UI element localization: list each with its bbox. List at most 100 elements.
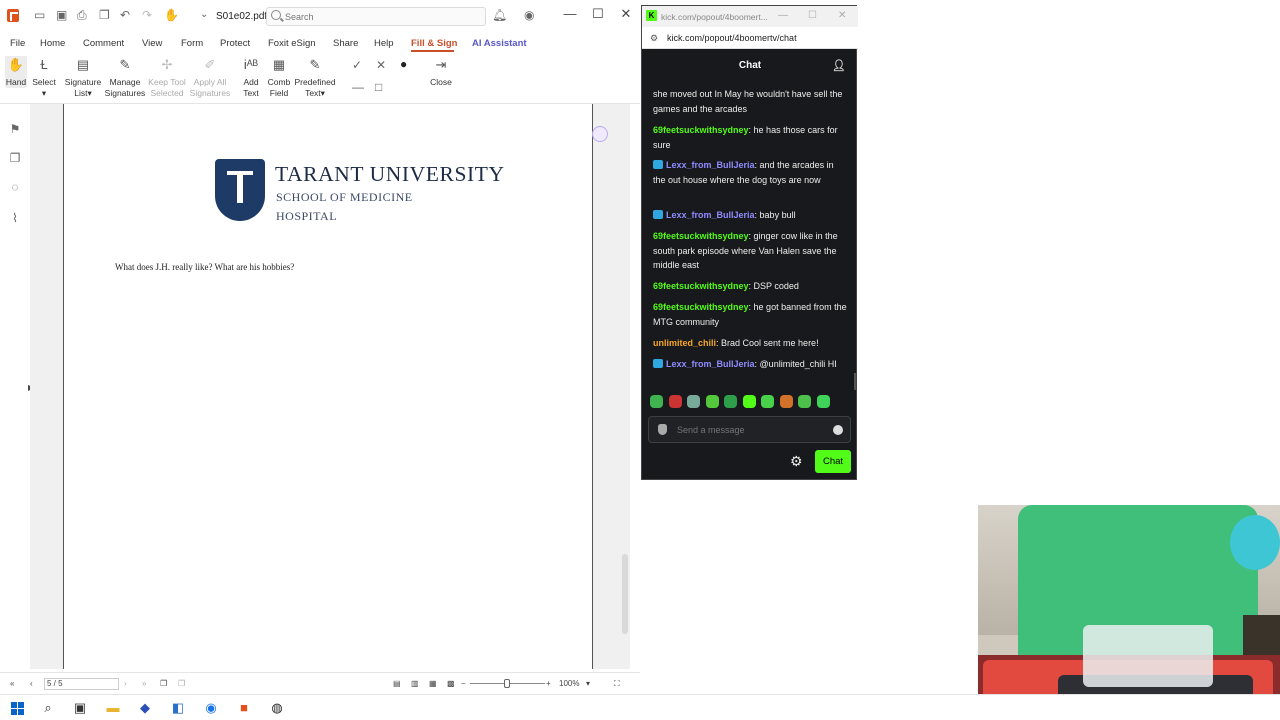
chat-close-button[interactable]: ✕ [838, 10, 846, 21]
manage-signatures-button[interactable]: ✎ Manage Signatures [104, 56, 146, 99]
chevron-down-icon[interactable]: ⌄ [200, 9, 208, 20]
message-username[interactable]: unlimited_chili [653, 338, 716, 348]
chat-scrollbar[interactable] [854, 373, 856, 390]
search-icon[interactable]: ⌕ [40, 700, 56, 716]
keep-tool-selected-button[interactable]: ✢ Keep Tool Selected [147, 56, 187, 99]
message-username[interactable]: Lexx_from_BullJeria [666, 160, 755, 170]
zoom-out-icon[interactable]: − [461, 679, 466, 688]
rectangle-icon[interactable]: □ [375, 80, 382, 94]
predefined-text-button[interactable]: ✎ Predefined Text▾ [294, 56, 336, 99]
menu-protect[interactable]: Protect [220, 38, 250, 49]
signature-list-button[interactable]: ▤ Signature List▾ [64, 56, 102, 99]
emote-icon[interactable] [817, 395, 830, 408]
last-page-icon[interactable]: » [142, 679, 146, 688]
minimize-button[interactable]: — [560, 6, 580, 21]
attachment-icon[interactable]: ⌇ [8, 211, 22, 225]
menu-file[interactable]: File [10, 38, 25, 49]
emote-icon[interactable] [780, 395, 793, 408]
hand-tool-icon[interactable]: ✋ [164, 8, 179, 22]
menu-ai-assistant[interactable]: AI Assistant [472, 38, 527, 49]
emote-icon[interactable] [761, 395, 774, 408]
message-username[interactable]: 69feetsuckwithsydney [653, 302, 749, 312]
fullscreen-icon[interactable]: ⛶ [614, 679, 620, 689]
message-username[interactable]: 69feetsuckwithsydney [653, 231, 749, 241]
add-text-button[interactable]: Ꭵᴬᴮ Add Text [239, 56, 263, 99]
cross-icon[interactable]: ✕ [376, 58, 386, 72]
facing-view-icon[interactable]: ▦ [429, 679, 437, 688]
task-view-icon[interactable]: ▣ [72, 700, 88, 716]
zoom-in-icon[interactable]: + [546, 679, 551, 688]
maximize-button[interactable]: ☐ [588, 6, 608, 22]
chrome-icon[interactable]: ◉ [203, 700, 219, 716]
emote-icon[interactable] [724, 395, 737, 408]
select-tool-button[interactable]: Ɫ Select ▾ [32, 56, 56, 99]
site-settings-icon[interactable]: ⚙ [650, 33, 658, 44]
message-username[interactable]: Lexx_from_BullJeria [666, 359, 755, 369]
menu-share[interactable]: Share [333, 38, 358, 49]
message-username[interactable]: 69feetsuckwithsydney [653, 125, 749, 135]
message-username[interactable]: Lexx_from_BullJeria [666, 210, 755, 220]
zoom-dropdown-icon[interactable]: ▾ [586, 679, 590, 688]
pages-icon[interactable]: ❐ [8, 151, 22, 165]
menu-form[interactable]: Form [181, 38, 203, 49]
emote-icon[interactable] [798, 395, 811, 408]
url-bar[interactable]: ⚙ kick.com/popout/4boomertv/chat [642, 27, 858, 49]
checkmark-icon[interactable]: ✓ [352, 58, 362, 72]
close-fill-sign-button[interactable]: ⇥ Close [428, 56, 454, 88]
emote-icon[interactable] [687, 395, 700, 408]
send-chat-button[interactable]: Chat [815, 450, 851, 473]
cover-view-icon[interactable]: ▩ [447, 679, 455, 688]
dot-icon[interactable]: ● [400, 57, 407, 71]
undo-icon[interactable]: ↶ [120, 8, 130, 22]
ai-assistant-float-icon[interactable] [592, 126, 608, 142]
store-icon[interactable]: ◆ [137, 700, 153, 716]
emote-icon[interactable] [650, 395, 663, 408]
comment-icon[interactable]: ◌ [8, 180, 22, 194]
extract-icon[interactable]: ❐ [178, 679, 185, 688]
chat-minimize-button[interactable]: — [778, 10, 788, 21]
save-icon[interactable]: ▣ [56, 8, 67, 22]
chat-maximize-button[interactable]: ☐ [808, 10, 817, 21]
menu-view[interactable]: View [142, 38, 162, 49]
rotate-icon[interactable]: ❐ [160, 679, 167, 688]
zoom-level[interactable]: 100% [559, 679, 579, 688]
chat-settings-gear-icon[interactable]: ⚙ [790, 453, 803, 470]
first-page-icon[interactable]: « [10, 679, 14, 688]
menu-fill-and-sign[interactable]: Fill & Sign [411, 38, 457, 49]
menu-comment[interactable]: Comment [83, 38, 124, 49]
foxit-taskbar-icon[interactable]: ■ [236, 700, 252, 716]
scrollbar-thumb[interactable] [622, 554, 628, 634]
close-window-button[interactable]: ✕ [616, 6, 636, 22]
line-icon[interactable]: — [352, 80, 364, 94]
copy-icon[interactable]: ❐ [99, 8, 110, 22]
comb-field-button[interactable]: ▦ Comb Field [266, 56, 292, 99]
vscode-icon[interactable]: ◧ [170, 700, 186, 716]
windows-start-icon[interactable] [9, 700, 25, 716]
zoom-slider-thumb[interactable] [504, 679, 510, 688]
message-input[interactable] [677, 422, 827, 438]
hand-tool-button[interactable]: ✋ Hand [5, 56, 27, 88]
bell-icon[interactable]: 🔔︎ [492, 8, 507, 22]
emoji-picker-icon[interactable] [833, 425, 843, 435]
account-icon[interactable]: ◉ [524, 8, 534, 22]
file-explorer-icon[interactable]: ▬ [105, 700, 121, 716]
next-page-icon[interactable]: › [124, 679, 127, 688]
emote-icon[interactable] [743, 395, 756, 408]
open-folder-icon[interactable]: ▭ [34, 8, 45, 22]
single-page-view-icon[interactable]: ▤ [393, 679, 401, 688]
search-box[interactable] [266, 7, 486, 26]
prev-page-icon[interactable]: ‹ [30, 679, 33, 688]
chat-message-list[interactable]: she moved out In May he wouldn't have se… [642, 83, 856, 390]
search-input[interactable] [285, 10, 475, 24]
obs-icon[interactable]: ◍ [269, 700, 285, 716]
menu-help[interactable]: Help [374, 38, 394, 49]
print-icon[interactable]: ⎙ [77, 8, 87, 23]
redo-icon[interactable]: ↷ [142, 8, 152, 22]
page-number-field[interactable]: 5 / 5 [44, 678, 119, 690]
menu-home[interactable]: Home [40, 38, 65, 49]
user-list-icon[interactable]: 👤︎ [832, 59, 846, 72]
apply-all-signatures-button[interactable]: ✐ Apply All Signatures [189, 56, 231, 99]
bookmark-icon[interactable]: ⚑ [8, 122, 22, 136]
menu-foxit-esign[interactable]: Foxit eSign [268, 38, 316, 49]
vertical-scrollbar[interactable] [620, 104, 630, 669]
